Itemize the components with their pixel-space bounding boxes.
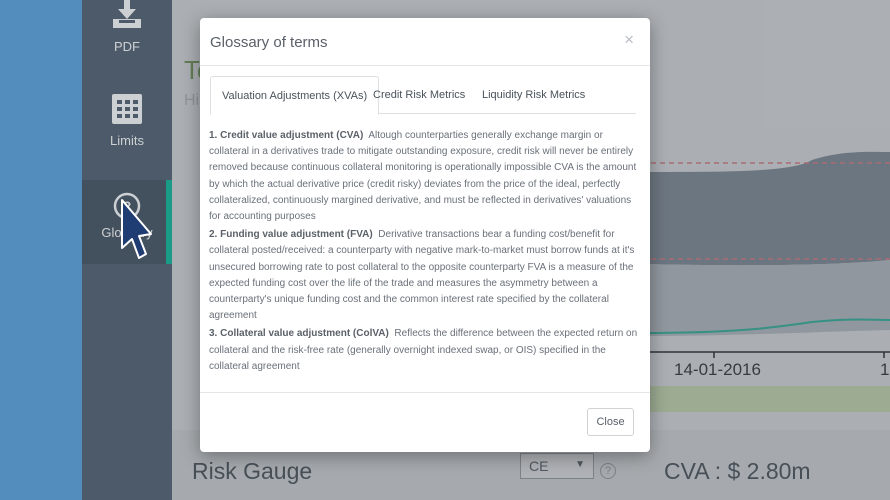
close-icon[interactable]: × (624, 30, 634, 50)
sidebar-item-limits[interactable]: Limits (82, 82, 172, 170)
sidebar-item-pdf[interactable]: PDF (82, 0, 172, 70)
grid-icon (112, 94, 142, 124)
tab-valuation-adjustments[interactable]: Valuation Adjustments (XVAs) (210, 76, 380, 115)
glossary-entry: 1. Credit value adjustment (CVA) Altough… (209, 128, 639, 225)
glossary-term: 3. Collateral value adjustment (ColVA) (209, 328, 389, 340)
chart-area-lower (642, 260, 890, 336)
glossary-term: 1. Credit value adjustment (CVA) (209, 130, 364, 141)
exposure-type-select[interactable]: CE ▼ (520, 453, 594, 479)
sidebar-item-label: Limits (110, 133, 144, 148)
glossary-definition: Derivative transactions bear a funding c… (209, 229, 635, 322)
chevron-down-icon: ▼ (575, 459, 585, 470)
help-icon[interactable]: ? (600, 463, 616, 479)
select-value: CE (529, 458, 549, 474)
glossary-entry: 2. Funding value adjustment (FVA) Deriva… (209, 227, 639, 324)
mouse-cursor-icon (121, 199, 152, 259)
glossary-definition: Altough counterparties generally exchang… (209, 130, 637, 223)
modal-header: Glossary of terms × (200, 18, 650, 66)
glossary-term: 2. Funding value adjustment (FVA) (209, 229, 373, 241)
glossary-modal: Glossary of terms × Valuation Adjustment… (200, 18, 650, 452)
tab-bar: Valuation Adjustments (XVAs) Credit Risk… (210, 76, 636, 115)
chart-band-green (642, 386, 890, 412)
risk-gauge-title: Risk Gauge (192, 458, 313, 484)
sidebar-item-label: PDF (114, 39, 140, 54)
glossary-content: 1. Credit value adjustment (CVA) Altough… (209, 128, 639, 377)
chart-area-upper (642, 151, 890, 266)
left-blue-strip (0, 0, 82, 500)
glossary-entry: 3. Collateral value adjustment (ColVA) R… (209, 326, 639, 375)
x-axis-tick-label: 1 (880, 360, 890, 379)
x-axis-tick-label: 14-01-2016 (674, 360, 761, 379)
tab-liquidity-risk-metrics[interactable]: Liquidity Risk Metrics (471, 76, 596, 114)
tab-credit-risk-metrics[interactable]: Credit Risk Metrics (362, 76, 476, 114)
cva-readout: CVA : $ 2.80m (664, 458, 811, 484)
modal-footer: Close (200, 392, 650, 452)
modal-title: Glossary of terms (210, 34, 328, 51)
close-button[interactable]: Close (587, 408, 634, 436)
download-icon (113, 0, 141, 28)
